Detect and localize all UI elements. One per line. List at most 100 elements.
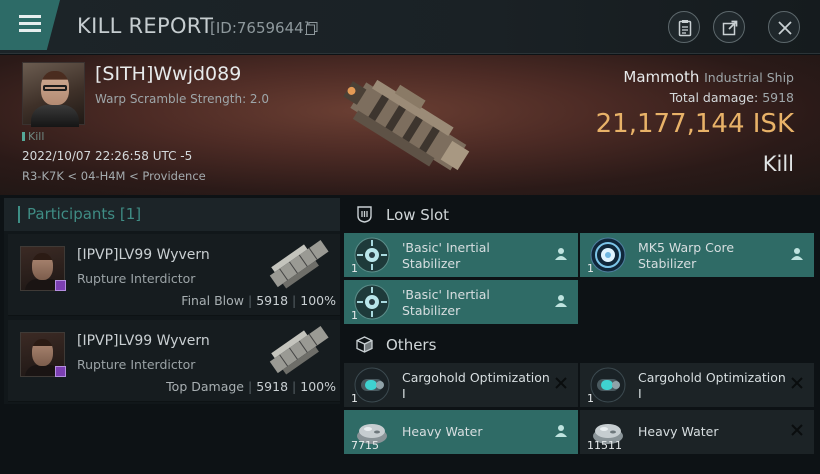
item-quantity: 1 <box>351 309 358 322</box>
kill-location[interactable]: R3-K7K < 04-H4M < Providence <box>22 169 206 183</box>
kill-tag: Kill <box>22 130 44 143</box>
participant-ship-image[interactable] <box>260 234 340 292</box>
item-name: MK5 Warp Core Stabilizer <box>638 240 735 271</box>
item-name: Heavy Water <box>638 424 719 439</box>
victim-ship-image[interactable] <box>330 55 485 195</box>
pilot-icon <box>555 295 567 307</box>
participants-panel: Participants [1] [IPVP]LV99 Wyvern Ruptu… <box>4 198 340 404</box>
fitting-item[interactable]: 1 'Basic' Inertial Stabilizer <box>344 280 578 324</box>
fitting-item[interactable]: 1 MK5 Warp Core Stabilizer <box>580 233 814 277</box>
close-icon <box>778 21 792 35</box>
avatar-face <box>32 253 53 280</box>
participant-ship: Rupture Interdictor <box>77 271 196 286</box>
fitting-item[interactable]: 1 'Basic' Inertial Stabilizer <box>344 233 578 277</box>
participant-role: Final Blow <box>181 293 244 308</box>
warp-core-stabilizer-icon <box>590 237 626 273</box>
participant-ship: Rupture Interdictor <box>77 357 196 372</box>
participants-label: Participants <box>27 205 116 223</box>
victim-ship-name[interactable]: Mammoth Industrial Ship <box>623 68 794 86</box>
participant-ship-image[interactable] <box>260 320 340 378</box>
close-button[interactable] <box>768 11 800 43</box>
header-marker <box>18 206 20 223</box>
participant-stats: Final Blow | 5918 | 100% <box>181 293 336 308</box>
kill-tag-label: Kill <box>28 130 45 143</box>
low-slot-header[interactable]: Low Slot <box>344 200 820 230</box>
participant-stats: Top Damage | 5918 | 100% <box>166 379 336 394</box>
portrait-glasses <box>43 85 67 91</box>
item-name: Heavy Water <box>402 424 483 439</box>
isk-amount: 21,177,144 <box>595 109 745 139</box>
portrait-body <box>31 105 79 127</box>
isk-value: 21,177,144 ISK <box>596 109 794 139</box>
item-name: Cargohold Optimization I <box>638 370 786 401</box>
kill-datetime: 2022/10/07 22:26:58 UTC -5 <box>22 149 193 163</box>
low-slot-icon <box>357 206 372 223</box>
participant-name[interactable]: [IPVP]LV99 Wyvern <box>77 333 210 349</box>
share-button[interactable] <box>713 11 745 43</box>
ship-class-text: Industrial Ship <box>704 70 794 85</box>
participant-damage: 5918 <box>256 379 289 394</box>
others-label: Others <box>386 336 437 354</box>
destroyed-icon <box>555 377 567 389</box>
fitting-item[interactable]: 7715 Heavy Water <box>344 410 578 454</box>
corp-badge-icon <box>55 280 66 291</box>
participant-damage: 5918 <box>256 293 289 308</box>
stat-separator: | <box>292 293 297 308</box>
menu-icon <box>19 15 41 18</box>
clipboard-button[interactable] <box>668 11 700 43</box>
item-quantity: 1 <box>587 262 594 275</box>
item-name: 'Basic' Inertial Stabilizer <box>402 287 490 318</box>
victim-portrait[interactable] <box>22 62 85 127</box>
participant-percent: 100% <box>300 379 336 394</box>
corp-badge-icon <box>55 366 66 377</box>
clipboard-icon <box>678 20 692 37</box>
participant-role: Top Damage <box>166 379 244 394</box>
fitting-item[interactable]: 1 Cargohold Optimization I <box>344 363 578 407</box>
pilot-icon <box>791 248 803 260</box>
item-quantity: 1 <box>587 392 594 405</box>
window-title: KILL REPORT <box>77 14 214 38</box>
item-quantity: 7715 <box>351 439 379 452</box>
pilot-icon <box>555 425 567 437</box>
fitting-item[interactable]: 1 Cargohold Optimization I <box>580 363 814 407</box>
menu-icon-bar <box>19 22 41 25</box>
stat-separator: | <box>248 293 253 308</box>
participant-percent: 100% <box>300 293 336 308</box>
participant-row[interactable]: [IPVP]LV99 Wyvern Rupture Interdictor Fi… <box>8 234 340 316</box>
menu-icon-bar <box>19 29 41 32</box>
item-name: Cargohold Optimization I <box>402 370 550 401</box>
participants-header[interactable]: Participants [1] <box>4 198 340 231</box>
participant-row[interactable]: [IPVP]LV99 Wyvern Rupture Interdictor To… <box>8 320 340 402</box>
stat-separator: | <box>292 379 297 394</box>
participant-name[interactable]: [IPVP]LV99 Wyvern <box>77 247 210 263</box>
destroyed-icon <box>791 424 803 436</box>
item-quantity: 11511 <box>587 439 622 452</box>
inertial-stabilizer-icon <box>354 284 390 320</box>
cargohold-optimization-icon <box>590 367 626 403</box>
pilot-icon <box>555 248 567 260</box>
fitting-item[interactable]: 11511 Heavy Water <box>580 410 814 454</box>
cube-icon <box>356 336 373 353</box>
item-quantity: 1 <box>351 392 358 405</box>
low-slot-label: Low Slot <box>386 206 450 224</box>
title-bar: KILL REPORT [ID:7659644] <box>0 0 820 54</box>
participants-count: [1] <box>119 205 142 223</box>
stat-separator: | <box>248 379 253 394</box>
cargohold-optimization-icon <box>354 367 390 403</box>
participants-header-text: Participants [1] <box>27 205 141 223</box>
result-label: Kill <box>762 152 794 176</box>
item-name: 'Basic' Inertial Stabilizer <box>402 240 490 271</box>
ship-name-text: Mammoth <box>623 68 700 86</box>
external-link-icon <box>722 20 738 36</box>
inertial-stabilizer-icon <box>354 237 390 273</box>
destroyed-icon <box>791 377 803 389</box>
report-id: [ID:7659644] <box>210 19 310 37</box>
menu-button[interactable] <box>0 0 60 50</box>
others-header[interactable]: Others <box>344 330 820 360</box>
victim-banner: Kill [SITH]Wwjd089 Warp Scramble Strengt… <box>0 55 820 195</box>
victim-name[interactable]: [SITH]Wwjd089 <box>95 63 241 85</box>
warp-scramble-strength: Warp Scramble Strength: 2.0 <box>95 92 270 106</box>
copy-icon[interactable] <box>306 22 318 35</box>
kill-tag-marker <box>22 132 25 141</box>
total-damage-label: Total damage: <box>669 90 759 105</box>
